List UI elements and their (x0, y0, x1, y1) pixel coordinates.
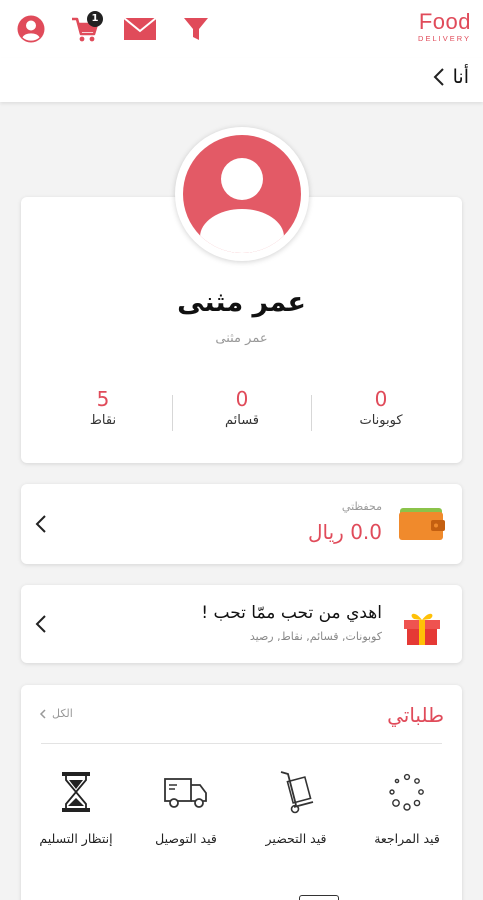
profile-name: عمر مثنى (177, 287, 306, 318)
cart-icon[interactable]: 1 (68, 11, 103, 46)
status-label: قيد المراجعة (374, 831, 440, 846)
chevron-left-icon (35, 615, 46, 633)
avatar-icon (183, 135, 301, 253)
gift-card[interactable]: اهدي من تحب ممّا تحب ! كوبونات, قسائم, ن… (21, 585, 462, 663)
avatar[interactable] (175, 127, 309, 261)
wallet-balance: 0.0 ريال (307, 520, 382, 544)
chevron-left-icon (433, 68, 444, 86)
stat-divider (311, 395, 312, 431)
cart-badge: 1 (87, 11, 103, 27)
chevron-left-icon (39, 708, 46, 719)
chevron-left-icon (35, 515, 46, 533)
top-bar: 1 Food DELIVERY (0, 0, 483, 58)
status-awaiting-delivery[interactable]: إنتظار التسليم (21, 769, 131, 846)
logo-subtitle: DELIVERY (418, 34, 471, 43)
wallet-caption: محفظتي (341, 500, 382, 513)
stat-value: 5 (96, 387, 110, 411)
status-label: قيد التوصيل (155, 831, 217, 846)
delivery-truck-icon (164, 778, 207, 808)
filter-icon[interactable] (179, 12, 213, 46)
status-label: قيد التحضير (265, 831, 327, 846)
hourglass-icon (62, 772, 90, 812)
stat-coupons[interactable]: 0 كوبونات (321, 387, 441, 428)
status-delivering[interactable]: قيد التوصيل (131, 769, 241, 846)
wallet-card[interactable]: محفظتي 0.0 ريال (21, 484, 462, 564)
hand-truck-icon (280, 771, 314, 814)
stat-value: 0 (374, 387, 388, 411)
status-under-review[interactable]: قيد المراجعة (352, 769, 462, 846)
wallet-icon (399, 508, 445, 540)
stat-vouchers[interactable]: 0 قسائم (182, 387, 302, 428)
gift-icon (404, 613, 440, 645)
gift-subtitle: كوبونات, قسائم, نقاط, رصيد (249, 630, 382, 643)
profile-username: عمر مثنى (215, 331, 268, 346)
stat-divider (172, 395, 173, 431)
see-all-link[interactable]: الكل (39, 707, 73, 720)
back-button[interactable]: أنا (433, 66, 469, 88)
gift-title: اهدي من تحب ممّا تحب ! (201, 603, 382, 623)
page-header: أنا (0, 58, 483, 102)
mail-icon[interactable] (123, 12, 157, 46)
see-all-label: الكل (52, 707, 73, 720)
food-delivery-logo: Food DELIVERY (407, 10, 471, 44)
stat-label: قسائم (224, 413, 260, 428)
status-label: إنتظار التسليم (39, 831, 113, 846)
next-row-icon (299, 895, 339, 900)
orders-title: طلباتي (387, 703, 444, 727)
logo-word: Food (418, 9, 471, 34)
stat-points[interactable]: 5 نقاط (43, 387, 163, 428)
loading-dots-icon (389, 773, 424, 811)
stat-label: نقاط (89, 413, 117, 428)
orders-card: طلباتي الكل قيد المراجعة قيد التحضير قيد… (21, 685, 462, 900)
status-preparing[interactable]: قيد التحضير (241, 769, 351, 846)
stat-value: 0 (235, 387, 249, 411)
divider (41, 743, 442, 744)
stat-label: كوبونات (359, 413, 403, 428)
profile-icon[interactable] (14, 12, 48, 46)
page-title: أنا (452, 66, 469, 88)
